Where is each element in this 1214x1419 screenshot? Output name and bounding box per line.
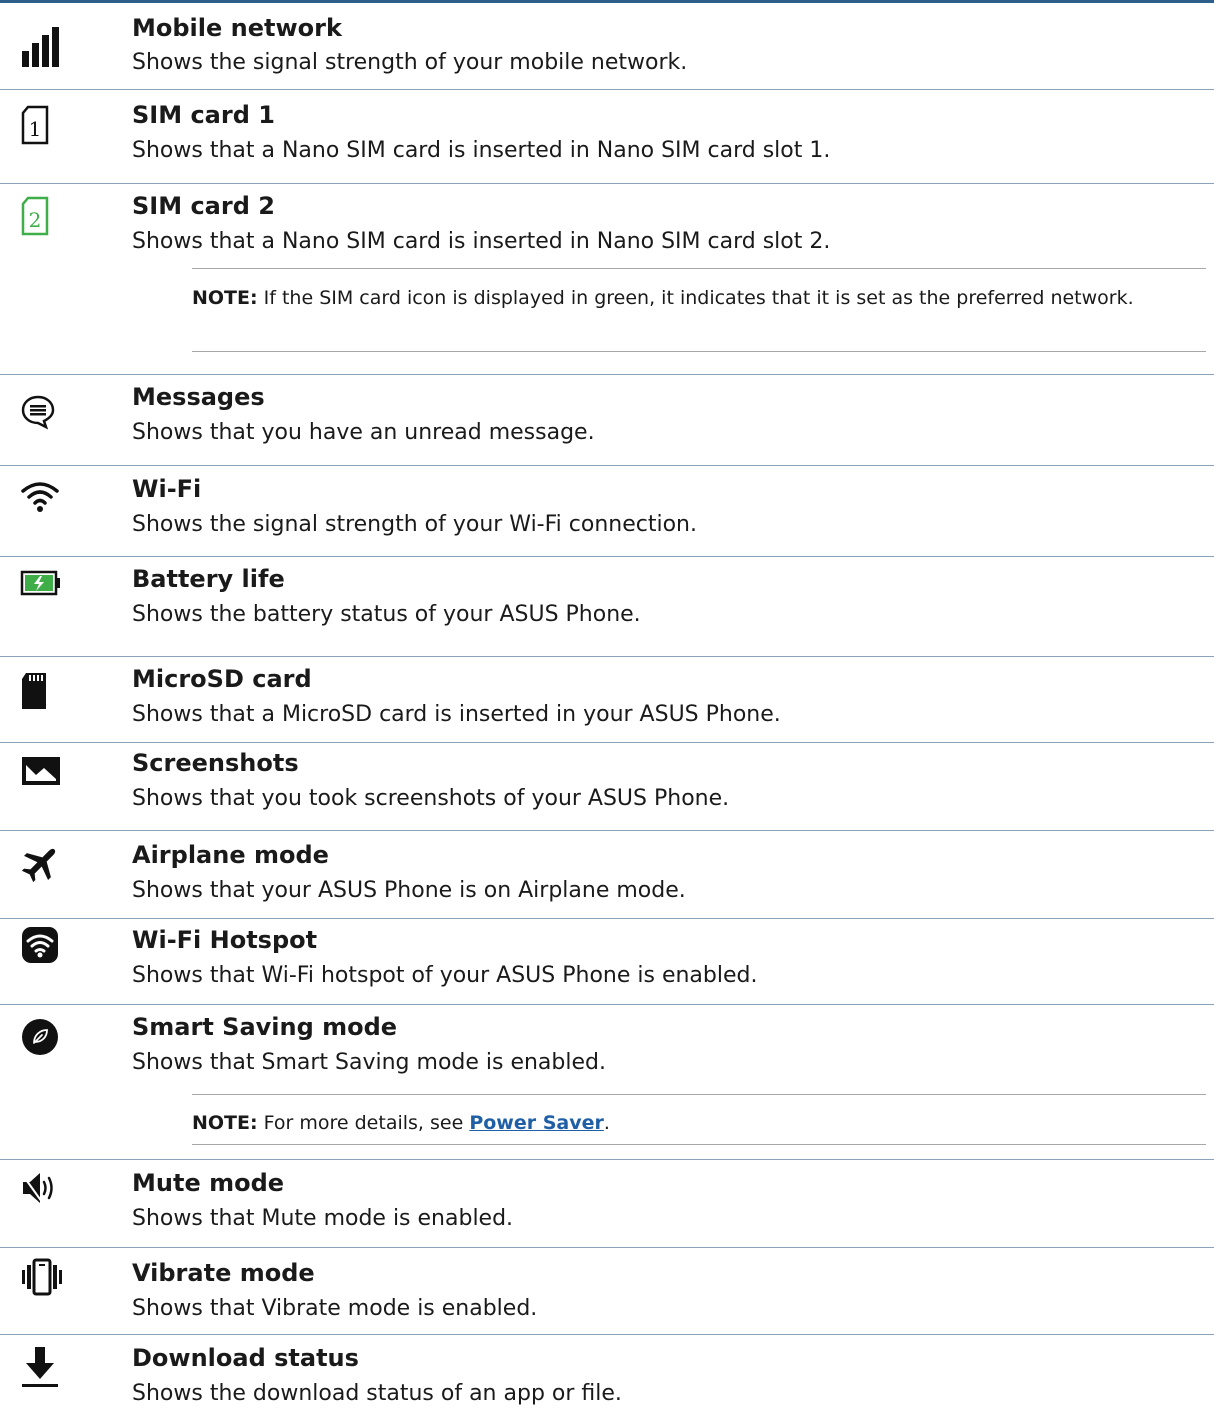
item-title: Wi-Fi Hotspot: [132, 926, 318, 954]
divider: [0, 1334, 1214, 1335]
airplane-icon: [20, 838, 70, 888]
item-description: Shows that a Nano SIM card is inserted i…: [132, 138, 831, 163]
divider: [0, 1159, 1214, 1160]
sim-card-2-icon: 2: [20, 191, 70, 241]
item-title: Battery life: [132, 565, 285, 593]
item-title: Download status: [132, 1344, 359, 1372]
item-title: SIM card 1: [132, 101, 275, 129]
note-rule: [192, 1144, 1206, 1145]
note-label: NOTE:: [192, 1112, 258, 1134]
divider: [0, 742, 1214, 743]
divider: [0, 183, 1214, 184]
note-rule: [192, 351, 1206, 352]
item-description: Shows that Smart Saving mode is enabled.: [132, 1050, 606, 1075]
note-period: .: [603, 1112, 610, 1134]
item-description: Shows that a Nano SIM card is inserted i…: [132, 229, 831, 254]
divider: [0, 89, 1214, 90]
sim-card-1-icon: 1: [20, 100, 70, 150]
divider: [0, 918, 1214, 919]
top-rule: [0, 0, 1214, 3]
screenshot-icon: [20, 746, 70, 796]
divider: [0, 830, 1214, 831]
note-text: If the SIM card icon is displayed in gre…: [263, 287, 1134, 309]
svg-text:2: 2: [29, 208, 42, 232]
download-icon: [20, 1342, 70, 1392]
battery-icon: [20, 558, 70, 608]
divider: [0, 656, 1214, 657]
svg-text:1: 1: [29, 117, 42, 141]
item-title: Smart Saving mode: [132, 1013, 398, 1041]
item-description: Shows that a MicroSD card is inserted in…: [132, 702, 781, 727]
item-description: Shows the signal strength of your Wi-Fi …: [132, 512, 697, 537]
wifi-hotspot-icon: [20, 920, 70, 970]
item-description: Shows that your ASUS Phone is on Airplan…: [132, 878, 686, 903]
messages-icon: [20, 387, 70, 437]
microsd-card-icon: [20, 666, 70, 716]
item-title: Screenshots: [132, 749, 299, 777]
note-label: NOTE:: [192, 287, 258, 309]
item-title: SIM card 2: [132, 192, 275, 220]
note-text: For more details, see: [263, 1112, 464, 1134]
item-description: Shows that Wi-Fi hotspot of your ASUS Ph…: [132, 963, 758, 988]
power-saver-link[interactable]: Power Saver: [469, 1112, 604, 1134]
item-title: Airplane mode: [132, 841, 329, 869]
item-title: Mobile network: [132, 14, 342, 42]
item-title: Mute mode: [132, 1169, 285, 1197]
item-description: Shows that you took screenshots of your …: [132, 786, 730, 811]
item-description: Shows the download status of an app or f…: [132, 1381, 622, 1406]
divider: [0, 374, 1214, 375]
divider: [0, 556, 1214, 557]
divider: [0, 1004, 1214, 1005]
mute-icon: [20, 1163, 70, 1213]
item-description: Shows the battery status of your ASUS Ph…: [132, 602, 641, 627]
item-title: Messages: [132, 383, 265, 411]
smart-saving-icon: [20, 1012, 70, 1062]
signal-bars-icon: [20, 22, 70, 72]
item-title: Wi-Fi: [132, 475, 202, 503]
power-saver-note: NOTE: For more details, see Power Saver.: [192, 1108, 1192, 1138]
wifi-icon: [20, 472, 70, 522]
note-rule: [192, 268, 1206, 269]
sim-note: NOTE: If the SIM card icon is displayed …: [192, 283, 1192, 313]
vibrate-icon: [20, 1252, 70, 1302]
item-title: MicroSD card: [132, 665, 312, 693]
note-rule: [192, 1094, 1206, 1095]
item-description: Shows that Mute mode is enabled.: [132, 1206, 514, 1231]
item-description: Shows that you have an unread message.: [132, 420, 595, 445]
item-description: Shows that Vibrate mode is enabled.: [132, 1296, 538, 1321]
item-description: Shows the signal strength of your mobile…: [132, 50, 688, 75]
divider: [0, 1247, 1214, 1248]
item-title: Vibrate mode: [132, 1259, 315, 1287]
divider: [0, 465, 1214, 466]
